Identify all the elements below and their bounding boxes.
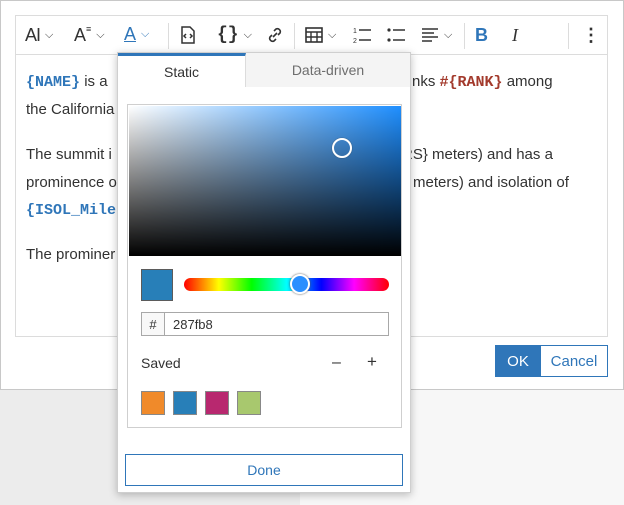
font-size-icon: AI xyxy=(25,24,41,45)
hex-input[interactable]: 287fb8 xyxy=(164,312,389,336)
hue-handle[interactable] xyxy=(290,274,310,294)
insert-field-button[interactable]: {} ⌵ xyxy=(217,16,252,54)
chevron-down-icon: ⌵ xyxy=(141,27,150,40)
font-color-button[interactable]: A ⌵ xyxy=(118,16,162,54)
bold-icon: B xyxy=(475,24,488,45)
done-button[interactable]: Done xyxy=(125,454,403,486)
link-button[interactable] xyxy=(266,16,284,54)
numbered-list-icon: 12 xyxy=(353,28,371,44)
align-button[interactable]: ⌵ xyxy=(421,16,452,54)
editor-text: is a xyxy=(84,73,108,90)
toolbar-separator xyxy=(168,23,169,49)
hue-slider[interactable] xyxy=(184,278,389,291)
editor-text: RS} meters) and has a xyxy=(402,146,553,163)
bullet-list-icon xyxy=(387,28,405,42)
toolbar-separator xyxy=(294,23,295,49)
link-icon xyxy=(268,27,282,43)
more-options-button[interactable]: ⋮ xyxy=(582,16,600,54)
svg-text:2: 2 xyxy=(353,38,357,44)
editor-text: prominence o xyxy=(26,174,117,191)
editor-text: nks xyxy=(412,73,436,90)
chevron-down-icon: ⌵ xyxy=(243,28,252,41)
numbered-list-button[interactable]: 12 xyxy=(353,16,371,54)
saved-colors-label: Saved xyxy=(141,355,181,371)
add-saved-color-button[interactable]: + xyxy=(367,352,377,372)
font-size-button[interactable]: AI ⌵ xyxy=(25,16,53,54)
italic-icon: I xyxy=(512,24,518,45)
saved-color-swatch[interactable] xyxy=(237,391,261,415)
italic-button[interactable]: I xyxy=(512,16,518,54)
field-token: #{RANK} xyxy=(439,74,503,91)
table-button[interactable]: ⌵ xyxy=(305,16,336,54)
color-mode-tabs: Static Data-driven xyxy=(118,53,410,87)
align-icon xyxy=(422,28,438,42)
font-style-icon: A xyxy=(74,24,87,45)
toolbar-separator xyxy=(464,23,465,49)
editor-text: among xyxy=(506,73,553,90)
editor-text: The prominer xyxy=(26,246,116,263)
insert-template-button[interactable] xyxy=(178,16,198,54)
tab-data-driven[interactable]: Data-driven xyxy=(246,53,410,87)
chevron-down-icon: ⌵ xyxy=(444,28,453,41)
saved-color-swatch[interactable] xyxy=(205,391,229,415)
ok-button[interactable]: OK xyxy=(495,345,541,377)
field-token: {ISOL_Miles xyxy=(26,202,126,219)
saved-color-swatch[interactable] xyxy=(173,391,197,415)
chevron-down-icon: ⌵ xyxy=(96,28,105,41)
more-icon: ⋮ xyxy=(582,24,600,45)
saved-color-swatch[interactable] xyxy=(141,391,165,415)
current-color-swatch xyxy=(141,269,173,301)
editor-text: the California xyxy=(26,101,115,118)
braces-icon: {} xyxy=(217,25,239,45)
field-token: {NAME} xyxy=(26,74,81,91)
toolbar-separator xyxy=(568,23,569,49)
editor-text: meters) and isolation of xyxy=(413,174,569,191)
color-picker-popover: Static Data-driven # 287fb8 Saved – + Do… xyxy=(117,52,411,493)
font-color-icon: A xyxy=(124,23,137,44)
editor-toolbar: AI ⌵ A ≡ ⌵ A ⌵ {} ⌵ ⌵ 12 ⌵ B I ⋮ xyxy=(15,15,608,55)
editor-line: {NAME} is a xyxy=(26,68,108,97)
font-style-lines-icon: ≡ xyxy=(86,24,92,34)
document-code-icon xyxy=(181,26,195,44)
bullet-list-button[interactable] xyxy=(387,16,405,54)
color-picker: # 287fb8 Saved – + xyxy=(127,104,402,428)
editor-text: The summit i xyxy=(26,146,112,163)
font-style-button[interactable]: A ≡ ⌵ xyxy=(74,16,105,54)
saturation-area[interactable] xyxy=(129,106,401,256)
chevron-down-icon: ⌵ xyxy=(45,28,54,41)
bold-button[interactable]: B xyxy=(475,16,488,54)
chevron-down-icon: ⌵ xyxy=(328,28,337,41)
svg-text:1: 1 xyxy=(353,28,357,35)
editor-line: nks #{RANK} among xyxy=(412,68,553,97)
saturation-handle[interactable] xyxy=(332,138,352,158)
cancel-button[interactable]: Cancel xyxy=(540,345,608,377)
remove-saved-color-button[interactable]: – xyxy=(332,354,341,372)
hex-prefix-label: # xyxy=(141,312,165,336)
table-icon xyxy=(305,27,323,43)
tab-static[interactable]: Static xyxy=(118,53,246,87)
